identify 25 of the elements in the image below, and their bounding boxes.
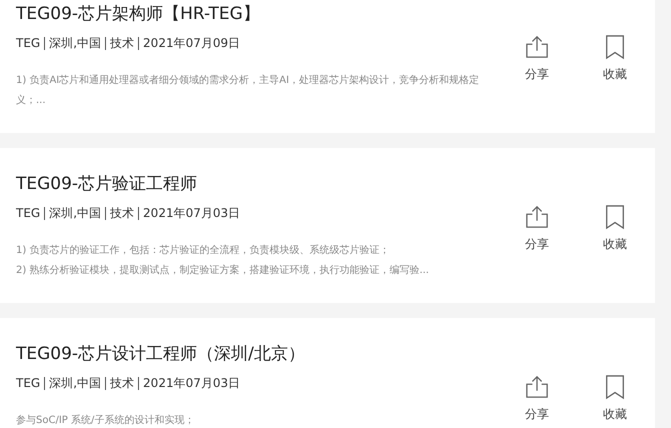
job-card[interactable]: TEG09-芯片验证工程师 TEG 深圳,中国 技术 2021年07月03日 1) 负责芯片的验证工作，包括：芯片验证的全流程，负责模块级、系统级芯片验证； 2) 熟练分析验证模块，提取测试点，制定验证方案，搭建验证环境，执行功能验证，编写验... 分享 收藏	[0, 148, 655, 303]
job-meta: TEG 深圳,中国 技术 2021年07月09日	[16, 35, 240, 51]
job-meta: TEG 深圳,中国 技术 2021年07月03日	[16, 205, 240, 221]
job-meta: TEG 深圳,中国 技术 2021年07月03日	[16, 375, 240, 391]
favorite-button[interactable]: 收藏	[591, 204, 639, 256]
job-title[interactable]: TEG09-芯片设计工程师（深圳/北京）	[16, 342, 513, 366]
job-description: 2) 熟练分析验证模块，提取测试点，制定验证方案，搭建验证环境，执行功能验证，编写验...	[16, 264, 430, 278]
favorite-button[interactable]: 收藏	[591, 34, 639, 86]
job-title[interactable]: TEG09-芯片架构师【HR-TEG】	[16, 2, 513, 26]
job-card[interactable]: TEG09-芯片设计工程师（深圳/北京） TEG 深圳,中国 技术 2021年07月03日 参与SoC/IP 系统/子系统的设计和实现； 分享 收藏	[0, 318, 655, 428]
bookmark-icon	[603, 374, 627, 400]
bookmark-icon	[603, 34, 627, 60]
share-button[interactable]: 分享	[513, 374, 561, 426]
job-description: 参与SoC/IP 系统/子系统的设计和实现；	[16, 414, 196, 428]
share-icon	[525, 204, 549, 230]
job-title[interactable]: TEG09-芯片验证工程师	[16, 172, 513, 196]
job-description: 1) 负责AI芯片和通用处理器或者细分领域的需求分析，主导AI，处理器芯片架构设计，竞争分析和规格定义；...	[16, 74, 480, 108]
share-icon	[525, 34, 549, 60]
share-button[interactable]: 分享	[513, 204, 561, 256]
favorite-button[interactable]: 收藏	[591, 374, 639, 426]
share-button[interactable]: 分享	[513, 34, 561, 86]
bookmark-icon	[603, 204, 627, 230]
share-icon	[525, 374, 549, 400]
job-description: 1) 负责芯片的验证工作，包括：芯片验证的全流程，负责模块级、系统级芯片验证；	[16, 244, 390, 258]
job-card[interactable]: TEG09-芯片架构师【HR-TEG】 TEG 深圳,中国 技术 2021年07月09日 1) 负责AI芯片和通用处理器或者细分领域的需求分析，主导AI，处理器芯片架构设计，竞争分析和规格定义；... 分享 收藏	[0, 0, 655, 133]
